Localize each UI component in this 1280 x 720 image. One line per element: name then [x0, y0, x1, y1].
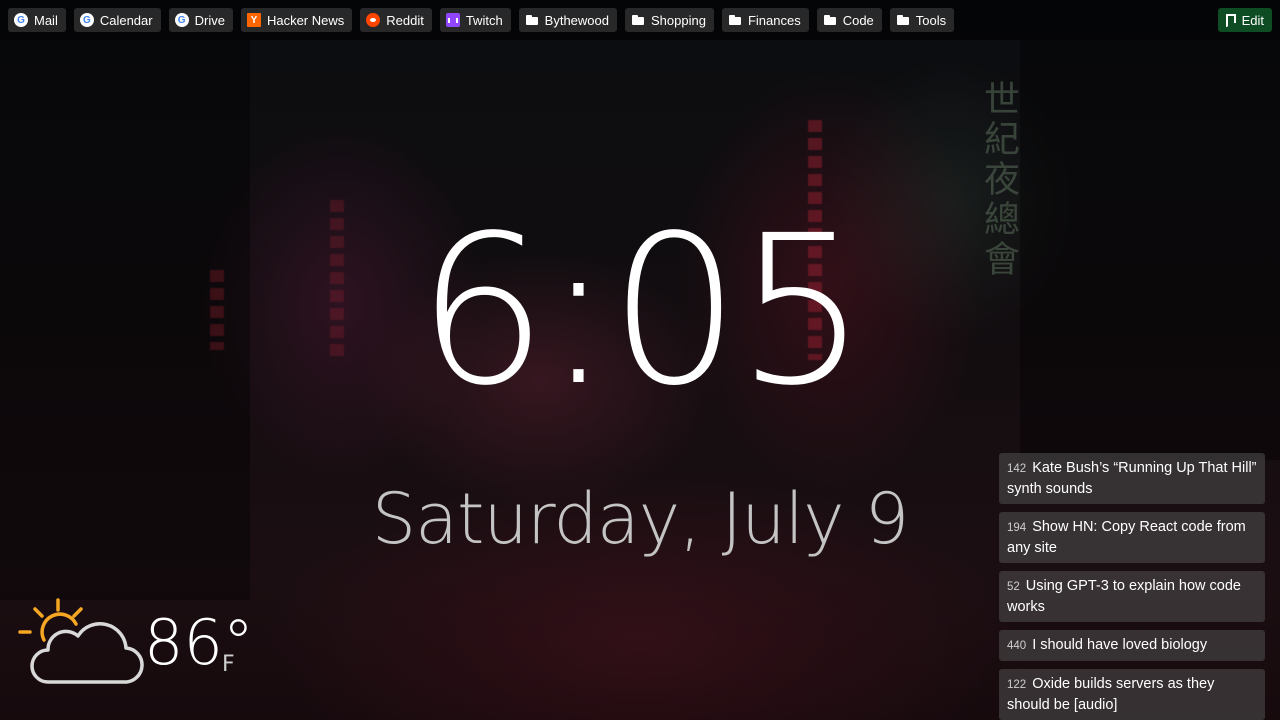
bookmark-calendar[interactable]: G Calendar	[73, 8, 161, 32]
hacker-news-list: 142 Kate Bush’s “Running Up That Hill” sy…	[999, 453, 1265, 720]
hn-story-item[interactable]: 122 Oxide builds servers as they should b…	[999, 669, 1265, 720]
bookmark-hacker-news[interactable]: Y Hacker News	[240, 8, 353, 32]
hn-story-item[interactable]: 194 Show HN: Copy React code from any sit…	[999, 512, 1265, 563]
hacker-news-icon: Y	[246, 13, 261, 27]
bookmark-folder-bythewood[interactable]: Bythewood	[518, 8, 617, 32]
hn-story-title: Show HN: Copy React code from any site	[1007, 519, 1246, 556]
bookmark-label: Finances	[747, 12, 801, 28]
bookmark-mail[interactable]: G Mail	[8, 8, 66, 32]
bookmark-reddit[interactable]: Reddit	[360, 8, 432, 32]
edit-button-label: Edit	[1241, 12, 1264, 28]
bookmark-folder-shopping[interactable]: Shopping	[625, 8, 714, 32]
folder-icon	[896, 13, 910, 27]
bookmark-folder-code[interactable]: Code	[816, 8, 882, 32]
bookmark-label: Shopping	[651, 12, 706, 28]
hn-story-score: 440	[1007, 640, 1027, 652]
clock-time: 6:05	[416, 191, 868, 431]
folder-icon	[823, 13, 837, 27]
hn-story-item[interactable]: 440 I should have loved biology	[999, 630, 1265, 661]
reddit-icon	[366, 13, 381, 27]
edit-button[interactable]: Edit	[1217, 8, 1272, 32]
bookmark-label: Bythewood	[544, 12, 609, 28]
hn-story-score: 122	[1007, 679, 1027, 691]
bookmark-bar: G Mail G Calendar G Drive Y Hacker News …	[0, 0, 1280, 40]
weather-temperature-unit: F	[222, 652, 235, 677]
hn-story-score: 142	[1007, 463, 1027, 475]
weather-temperature: 86°	[144, 606, 254, 679]
partly-cloudy-sun-icon	[18, 598, 144, 684]
bookmark-icon	[1225, 13, 1243, 27]
google-icon: G	[79, 13, 94, 27]
folder-icon	[631, 13, 645, 27]
google-icon: G	[14, 13, 28, 27]
hn-story-title: Using GPT-3 to explain how code works	[1007, 578, 1241, 615]
hn-story-title: Kate Bush’s “Running Up That Hill” synth…	[1007, 460, 1257, 497]
bookmark-drive[interactable]: G Drive	[168, 8, 233, 32]
bookmark-label: Hacker News	[266, 12, 345, 28]
bookmark-twitch[interactable]: Twitch	[439, 8, 511, 32]
hn-story-score: 194	[1007, 522, 1027, 534]
bookmark-label: Reddit	[386, 12, 424, 28]
bookmark-list: G Mail G Calendar G Drive Y Hacker News …	[8, 8, 955, 32]
folder-icon	[525, 13, 539, 27]
bookmark-label: Code	[842, 12, 874, 28]
hn-story-title: Oxide builds servers as they should be […	[1007, 676, 1215, 713]
bookmark-label: Mail	[34, 12, 58, 28]
bookmark-folder-tools[interactable]: Tools	[889, 8, 955, 32]
twitch-icon	[445, 13, 460, 27]
hn-story-title: I should have loved biology	[1032, 637, 1208, 653]
google-icon: G	[174, 13, 189, 27]
hn-story-item[interactable]: 142 Kate Bush’s “Running Up That Hill” sy…	[999, 453, 1265, 504]
bookmark-label: Calendar	[99, 12, 153, 28]
bookmark-folder-finances[interactable]: Finances	[721, 8, 809, 32]
bookmark-label: Tools	[915, 12, 947, 28]
hn-story-score: 52	[1007, 581, 1020, 593]
bookmark-label: Drive	[194, 12, 225, 28]
folder-icon	[728, 13, 742, 27]
bookmark-label: Twitch	[465, 12, 503, 28]
hn-story-item[interactable]: 52 Using GPT-3 to explain how code works	[999, 571, 1265, 622]
